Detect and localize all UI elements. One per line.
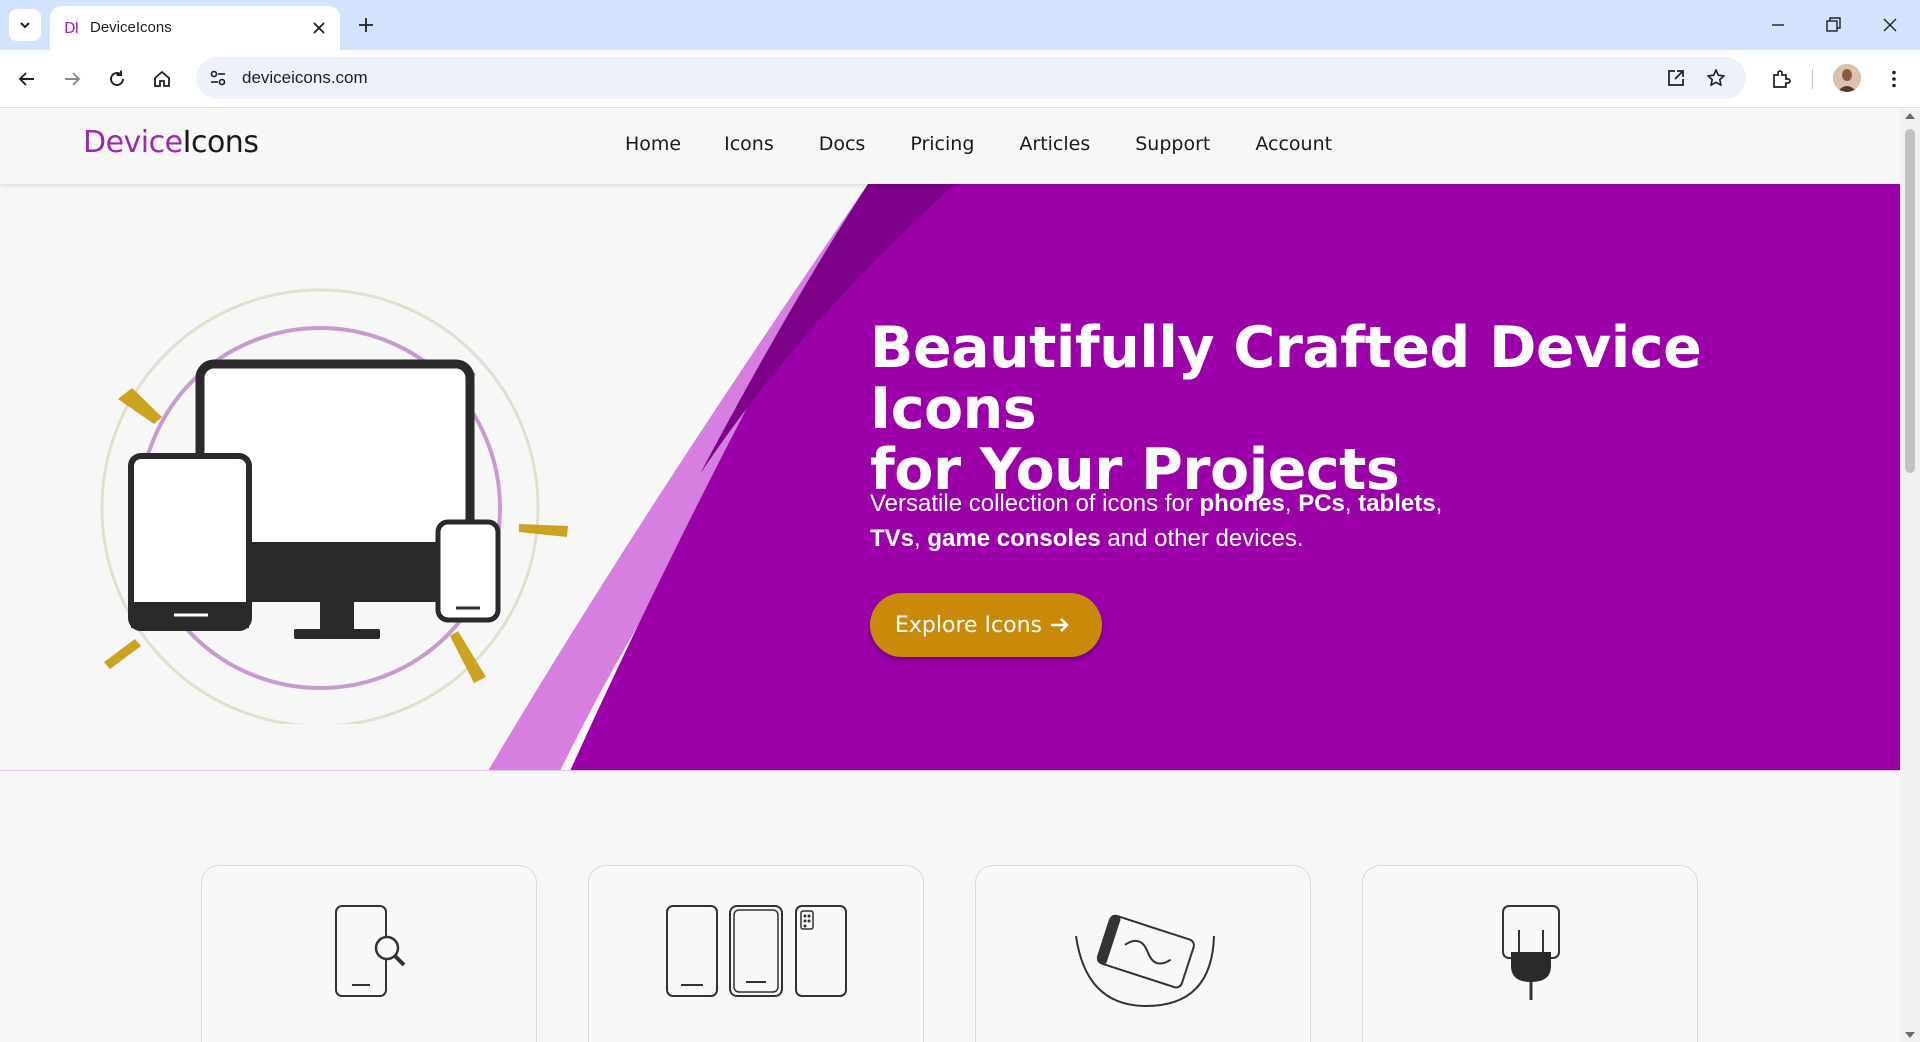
explore-icons-button[interactable]: Explore Icons — [870, 593, 1102, 657]
nav-articles[interactable]: Articles — [1019, 133, 1090, 155]
hero-title: Beautifully Crafted Device Icons for You… — [870, 318, 1830, 501]
site-logo[interactable]: DeviceIcons — [83, 125, 259, 160]
profile-avatar[interactable] — [1833, 64, 1861, 92]
main-nav: Home Icons Docs Pricing Articles Support… — [625, 133, 1372, 155]
active-tab[interactable]: DI DeviceIcons — [50, 6, 340, 50]
logo-part-icons: Icons — [182, 125, 259, 160]
person-avatar-icon — [1833, 64, 1861, 92]
back-button[interactable] — [14, 66, 40, 92]
tab-favicon-icon: DI — [64, 19, 79, 37]
phone-charger-plug-icon — [1502, 905, 1560, 1000]
nav-home[interactable]: Home — [625, 133, 681, 155]
sub-pcs: PCs — [1298, 490, 1345, 517]
sub-sep: , — [914, 525, 928, 552]
sub-sep: , — [1344, 490, 1359, 517]
hero-section: Beautifully Crafted Device Icons for You… — [0, 184, 1900, 771]
home-icon — [154, 70, 170, 87]
page-scrollbar[interactable] — [1900, 109, 1920, 1042]
star-icon — [1707, 69, 1725, 86]
web-page: DeviceIcons Home Icons Docs Pricing Arti… — [0, 109, 1900, 1042]
bookmark-button[interactable] — [1704, 66, 1728, 90]
sub-sep: , — [1435, 490, 1443, 517]
site-header: DeviceIcons Home Icons Docs Pricing Arti… — [0, 109, 1900, 184]
chevron-down-icon — [20, 22, 30, 29]
sub-phones: phones — [1199, 490, 1285, 517]
tab-search-button[interactable] — [9, 9, 41, 41]
scrollbar-thumb[interactable] — [1905, 129, 1915, 473]
phone-search-icon — [335, 905, 406, 997]
nav-account[interactable]: Account — [1255, 133, 1332, 155]
nav-icons[interactable]: Icons — [724, 133, 774, 155]
icon-card[interactable] — [1362, 865, 1698, 1042]
scroll-up-arrow-icon[interactable] — [1905, 113, 1915, 119]
sub-tvs: TVs — [870, 525, 915, 552]
more-vertical-icon — [1892, 70, 1896, 88]
reload-button[interactable] — [104, 66, 130, 92]
hero-title-line1: Beautifully Crafted Device Icons — [870, 315, 1702, 442]
tune-icon — [210, 70, 226, 86]
url-text[interactable]: deviceicons.com — [242, 68, 368, 88]
site-info-button[interactable] — [206, 66, 230, 90]
browser-menu-button[interactable] — [1881, 66, 1907, 92]
browser-tab-strip: DI DeviceIcons — [0, 0, 1920, 50]
scroll-down-arrow-icon[interactable] — [1905, 1032, 1915, 1038]
open-in-app-button[interactable] — [1664, 66, 1688, 90]
arrow-left-icon — [18, 72, 34, 86]
phone-sizes-icon — [666, 905, 847, 997]
nav-support[interactable]: Support — [1135, 133, 1210, 155]
browser-toolbar: deviceicons.com — [0, 50, 1920, 108]
close-icon[interactable] — [310, 19, 328, 37]
tab-title: DeviceIcons — [90, 19, 172, 36]
address-bar[interactable]: deviceicons.com — [196, 57, 1746, 99]
restore-icon[interactable] — [1821, 13, 1845, 37]
arrow-right-icon — [1051, 618, 1069, 632]
home-button[interactable] — [149, 66, 175, 92]
reload-icon — [110, 70, 124, 86]
extensions-button[interactable] — [1768, 66, 1794, 92]
nav-docs[interactable]: Docs — [819, 133, 866, 155]
sub-sep: , — [1284, 490, 1299, 517]
hero-subtitle: Versatile collection of icons for phones… — [870, 486, 1630, 556]
arrow-right-icon — [65, 72, 81, 86]
forward-button[interactable] — [59, 66, 85, 92]
sub-prefix: Versatile collection of icons for — [870, 490, 1200, 517]
devices-illustration — [100, 288, 568, 724]
icon-cards-section — [0, 771, 1900, 1042]
new-tab-plus-icon[interactable] — [354, 13, 378, 37]
explore-icons-label: Explore Icons — [895, 612, 1042, 638]
window-close-icon[interactable] — [1878, 13, 1902, 37]
sub-game-consoles: game consoles — [927, 525, 1101, 552]
rotating-phone-icon — [1075, 914, 1215, 1008]
puzzle-icon — [1773, 70, 1791, 88]
nav-pricing[interactable]: Pricing — [910, 133, 974, 155]
logo-part-device: Device — [83, 125, 183, 160]
open-external-icon — [1668, 70, 1684, 86]
sub-tablets: tablets — [1358, 490, 1436, 517]
icon-card[interactable] — [588, 865, 924, 1042]
minimize-icon[interactable] — [1766, 13, 1790, 37]
toolbar-divider — [1812, 69, 1813, 89]
icon-card[interactable] — [201, 865, 537, 1042]
sub-suffix: and other devices. — [1100, 525, 1304, 552]
icon-card[interactable] — [975, 865, 1311, 1042]
